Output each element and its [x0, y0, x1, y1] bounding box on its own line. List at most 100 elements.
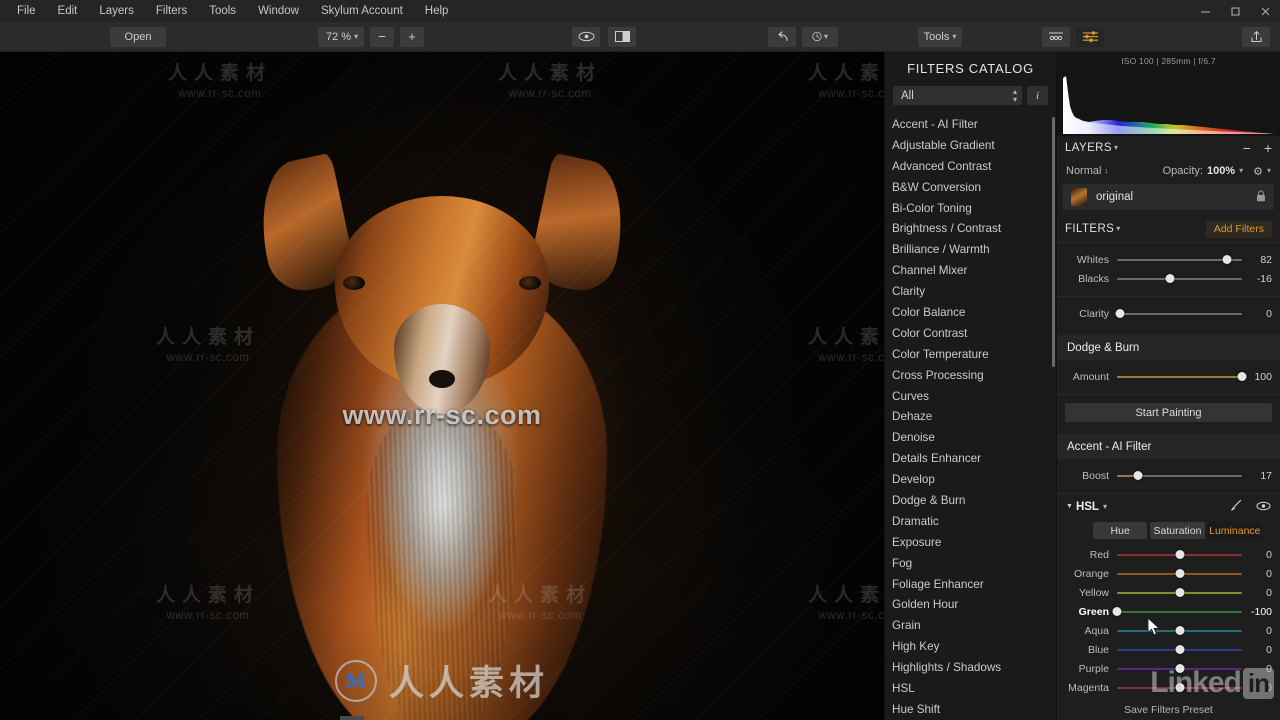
history-clock-icon[interactable]: ▾	[802, 26, 838, 47]
blend-mode-select[interactable]: Normal	[1066, 165, 1101, 177]
filter-item[interactable]: Color Temperature	[885, 345, 1056, 366]
filter-list[interactable]: Accent - AI Filter Adjustable Gradient Adv…	[885, 113, 1056, 720]
slider-track[interactable]	[1117, 549, 1242, 561]
add-filters-button[interactable]: Add Filters	[1205, 220, 1272, 238]
slider-knob[interactable]	[1175, 569, 1184, 578]
menu-file[interactable]: File	[6, 0, 47, 22]
filter-item[interactable]: Cross Processing	[885, 366, 1056, 387]
close-icon[interactable]	[1250, 0, 1280, 22]
filter-item[interactable]: Dodge & Burn	[885, 491, 1056, 512]
zoom-out-button[interactable]: −	[370, 26, 395, 47]
slider-track[interactable]	[1115, 308, 1242, 320]
slider-track[interactable]	[1117, 682, 1242, 694]
filter-item[interactable]: Fog	[885, 554, 1056, 575]
hsl-tab-hue[interactable]: Hue	[1093, 522, 1148, 539]
triangle-down-icon[interactable]: ▼	[1066, 503, 1073, 510]
zoom-level-dropdown[interactable]: 72 % ▾	[318, 26, 365, 47]
open-button[interactable]: Open	[110, 26, 166, 47]
brush-icon[interactable]	[1229, 499, 1242, 515]
slider-track[interactable]	[1117, 644, 1242, 656]
eye-icon[interactable]	[1256, 500, 1271, 514]
filter-item[interactable]: Curves	[885, 387, 1056, 408]
slider-knob[interactable]	[1165, 274, 1174, 283]
slider-track[interactable]	[1117, 273, 1242, 285]
filter-item[interactable]: Exposure	[885, 533, 1056, 554]
slider-track[interactable]	[1117, 568, 1242, 580]
slider-track[interactable]	[1117, 587, 1242, 599]
remove-layer-button[interactable]: −	[1243, 141, 1251, 155]
lock-icon[interactable]	[1256, 190, 1266, 205]
slider-track[interactable]	[1117, 625, 1242, 637]
menu-layers[interactable]: Layers	[88, 0, 145, 22]
save-filters-preset-button[interactable]: Save Filters Preset	[1057, 700, 1280, 720]
opacity-value[interactable]: 100%	[1207, 165, 1235, 177]
filter-item[interactable]: Dramatic	[885, 512, 1056, 533]
slider-knob[interactable]	[1175, 588, 1184, 597]
slider-track[interactable]	[1112, 606, 1242, 618]
undo-arrow-icon[interactable]	[768, 26, 796, 47]
slider-knob[interactable]	[1175, 664, 1184, 673]
start-painting-button[interactable]: Start Painting	[1065, 403, 1272, 422]
slider-track[interactable]	[1117, 663, 1242, 675]
filter-item[interactable]: Bi-Color Toning	[885, 199, 1056, 220]
image-canvas[interactable]: 人人素材 www.rr-sc.com 人人素材 www.rr-sc.com 人人…	[0, 52, 884, 720]
menu-help[interactable]: Help	[414, 0, 460, 22]
info-icon[interactable]: i	[1027, 86, 1048, 105]
menu-window[interactable]: Window	[247, 0, 310, 22]
filter-item[interactable]: Highlights / Shadows	[885, 658, 1056, 679]
minimize-icon[interactable]	[1190, 0, 1220, 22]
filter-item[interactable]: Brightness / Contrast	[885, 219, 1056, 240]
slider-knob[interactable]	[1175, 626, 1184, 635]
filter-item[interactable]: Golden Hour	[885, 595, 1056, 616]
filter-item[interactable]: High Key	[885, 637, 1056, 658]
layer-row-original[interactable]: original	[1063, 184, 1274, 210]
filters-scroll-area[interactable]: Whites 82 Blacks -16 Clarity 0 Dodge & Burn …	[1057, 242, 1280, 720]
slider-track[interactable]	[1117, 470, 1242, 482]
catalog-scrollbar[interactable]	[1052, 117, 1055, 367]
filter-item[interactable]: Accent - AI Filter	[885, 115, 1056, 136]
slider-knob[interactable]	[1133, 471, 1143, 480]
slider-knob[interactable]	[1237, 372, 1247, 381]
presets-icon[interactable]	[1042, 26, 1070, 47]
filter-item[interactable]: Adjustable Gradient	[885, 136, 1056, 157]
hsl-header[interactable]: ▼ HSL ▾	[1057, 493, 1280, 519]
filter-item[interactable]: Clarity	[885, 282, 1056, 303]
filter-item[interactable]: Color Balance	[885, 303, 1056, 324]
menu-tools[interactable]: Tools	[198, 0, 247, 22]
eye-icon[interactable]	[572, 26, 600, 47]
filter-item[interactable]: Hue Shift	[885, 700, 1056, 720]
filter-item[interactable]: Details Enhancer	[885, 449, 1056, 470]
split-compare-icon[interactable]	[608, 26, 636, 47]
slider-knob[interactable]	[1112, 607, 1122, 616]
menu-skylum-account[interactable]: Skylum Account	[310, 0, 414, 22]
menu-edit[interactable]: Edit	[47, 0, 89, 22]
slider-track[interactable]	[1117, 254, 1242, 266]
gear-icon[interactable]: ⚙	[1253, 165, 1263, 178]
filter-item[interactable]: Grain	[885, 616, 1056, 637]
slider-knob[interactable]	[1175, 645, 1184, 654]
filter-item[interactable]: B&W Conversion	[885, 178, 1056, 199]
chevron-down-icon[interactable]: ▾	[1116, 225, 1120, 233]
tools-dropdown[interactable]: Tools ▾	[918, 26, 962, 47]
add-layer-button[interactable]: +	[1264, 141, 1272, 155]
menu-filters[interactable]: Filters	[145, 0, 198, 22]
filter-item[interactable]: Color Contrast	[885, 324, 1056, 345]
filter-item[interactable]: Advanced Contrast	[885, 157, 1056, 178]
hsl-tab-saturation[interactable]: Saturation	[1150, 522, 1205, 539]
slider-track[interactable]	[1117, 371, 1247, 383]
slider-knob[interactable]	[1175, 683, 1184, 692]
catalog-category-select[interactable]: All ▴ ▾	[893, 86, 1022, 105]
slider-knob[interactable]	[1175, 550, 1184, 559]
share-export-icon[interactable]	[1242, 26, 1270, 47]
filter-item[interactable]: Develop	[885, 470, 1056, 491]
hsl-tab-luminance[interactable]: Luminance	[1207, 522, 1262, 539]
dodge-burn-header[interactable]: Dodge & Burn	[1057, 335, 1280, 360]
filter-item[interactable]: Brilliance / Warmth	[885, 240, 1056, 261]
chevron-down-icon[interactable]: ▾	[1103, 502, 1107, 511]
filter-item[interactable]: Channel Mixer	[885, 261, 1056, 282]
maximize-icon[interactable]	[1220, 0, 1250, 22]
filter-item[interactable]: Foliage Enhancer	[885, 575, 1056, 596]
slider-knob[interactable]	[1115, 309, 1124, 318]
slider-knob[interactable]	[1222, 255, 1232, 264]
sliders-icon[interactable]	[1076, 26, 1104, 47]
